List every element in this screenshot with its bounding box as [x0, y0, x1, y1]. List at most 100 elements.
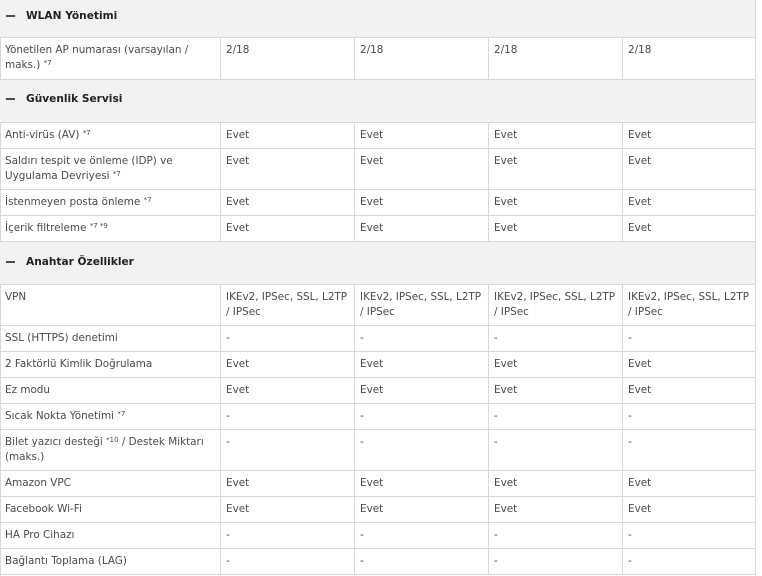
cell-value: Evet	[623, 497, 756, 522]
cell-value: -	[489, 430, 623, 470]
cell-value: Evet	[221, 471, 355, 496]
table-row-av: Anti-virüs (AV) *7 Evet Evet Evet Evet	[0, 123, 756, 149]
cell-value: Evet	[221, 149, 355, 189]
cell-value: -	[623, 430, 756, 470]
table-row-content-filter: İçerik filtreleme *7 *9 Evet Evet Evet E…	[0, 216, 756, 242]
cell-value: 2/18	[355, 38, 489, 79]
cell-value: -	[355, 326, 489, 351]
cell-value: 2/18	[489, 38, 623, 79]
row-label: Facebook Wi-Fi	[0, 497, 221, 522]
table-row-ap: Yönetilen AP numarası (varsayılan / maks…	[0, 38, 756, 80]
cell-value: IKEv2, IPSec, SSL, L2TP / IPSec	[355, 285, 489, 325]
cell-value: Evet	[489, 190, 623, 215]
row-label: VPN	[0, 285, 221, 325]
row-label: Saldırı tespit ve önleme (IDP) ve Uygula…	[0, 149, 221, 189]
cell-value: -	[489, 326, 623, 351]
cell-value: Evet	[221, 497, 355, 522]
row-label: Sıcak Nokta Yönetimi *7	[0, 404, 221, 429]
section-wlan[interactable]: WLAN Yönetimi	[0, 0, 756, 38]
cell-value: Evet	[221, 216, 355, 241]
cell-value: Evet	[623, 216, 756, 241]
cell-value: -	[623, 404, 756, 429]
row-label: İstenmeyen posta önleme *7	[0, 190, 221, 215]
cell-value: -	[489, 549, 623, 574]
row-label: Yönetilen AP numarası (varsayılan / maks…	[0, 38, 221, 79]
table-row-idp: Saldırı tespit ve önleme (IDP) ve Uygula…	[0, 149, 756, 190]
table-row-hotspot: Sıcak Nokta Yönetimi *7 - - - -	[0, 404, 756, 430]
cell-value: Evet	[355, 378, 489, 403]
cell-value: -	[489, 523, 623, 548]
cell-value: IKEv2, IPSec, SSL, L2TP / IPSec	[221, 285, 355, 325]
cell-value: Evet	[221, 378, 355, 403]
table-row-ez-mode: Ez modu Evet Evet Evet Evet	[0, 378, 756, 404]
cell-value: IKEv2, IPSec, SSL, L2TP / IPSec	[623, 285, 756, 325]
cell-value: -	[221, 523, 355, 548]
cell-value: -	[221, 404, 355, 429]
cell-value: Evet	[221, 352, 355, 377]
row-label: Bağlantı Toplama (LAG)	[0, 549, 221, 574]
cell-value: IKEv2, IPSec, SSL, L2TP / IPSec	[489, 285, 623, 325]
cell-value: -	[623, 523, 756, 548]
cell-value: Evet	[623, 471, 756, 496]
cell-value: Evet	[623, 190, 756, 215]
row-label: SSL (HTTPS) denetimi	[0, 326, 221, 351]
cell-value: -	[355, 549, 489, 574]
cell-value: Evet	[489, 378, 623, 403]
section-security[interactable]: Güvenlik Servisi	[0, 80, 756, 123]
cell-value: Evet	[355, 497, 489, 522]
cell-value: Evet	[623, 378, 756, 403]
cell-value: Evet	[489, 216, 623, 241]
table-row-spam: İstenmeyen posta önleme *7 Evet Evet Eve…	[0, 190, 756, 216]
table-row-lag: Bağlantı Toplama (LAG) - - - -	[0, 549, 756, 575]
cell-value: -	[221, 549, 355, 574]
row-label: Anti-virüs (AV) *7	[0, 123, 221, 148]
cell-value: Evet	[623, 149, 756, 189]
cell-value: -	[221, 326, 355, 351]
table-row-ticket-printer: Bilet yazıcı desteği *10 / Destek Miktar…	[0, 430, 756, 471]
cell-value: -	[623, 549, 756, 574]
cell-value: -	[355, 523, 489, 548]
cell-value: Evet	[489, 471, 623, 496]
row-label: HA Pro Cihazı	[0, 523, 221, 548]
table-row-ssl: SSL (HTTPS) denetimi - - - -	[0, 326, 756, 352]
row-label: Bilet yazıcı desteği *10 / Destek Miktar…	[0, 430, 221, 470]
row-label: İçerik filtreleme *7 *9	[0, 216, 221, 241]
row-label: Amazon VPC	[0, 471, 221, 496]
table-row-2fa: 2 Faktörlü Kimlik Doğrulama Evet Evet Ev…	[0, 352, 756, 378]
cell-value: Evet	[623, 123, 756, 148]
cell-value: Evet	[489, 352, 623, 377]
cell-value: Evet	[221, 123, 355, 148]
cell-value: -	[355, 404, 489, 429]
cell-value: -	[355, 430, 489, 470]
section-title: Anahtar Özellikler	[26, 256, 134, 268]
cell-value: Evet	[355, 149, 489, 189]
spec-table: WLAN Yönetimi Yönetilen AP numarası (var…	[0, 0, 762, 576]
cell-value: Evet	[355, 190, 489, 215]
cell-value: -	[623, 326, 756, 351]
row-label: Ez modu	[0, 378, 221, 403]
section-title: Güvenlik Servisi	[26, 93, 123, 105]
cell-value: -	[489, 404, 623, 429]
cell-value: Evet	[355, 471, 489, 496]
cell-value: Evet	[355, 352, 489, 377]
table-row-ha-pro: HA Pro Cihazı - - - -	[0, 523, 756, 549]
row-label: 2 Faktörlü Kimlik Doğrulama	[0, 352, 221, 377]
collapse-minus-icon[interactable]	[6, 261, 15, 263]
section-key-features[interactable]: Anahtar Özellikler	[0, 242, 756, 285]
cell-value: -	[221, 430, 355, 470]
table-row-amazon-vpc: Amazon VPC Evet Evet Evet Evet	[0, 471, 756, 497]
cell-value: 2/18	[623, 38, 756, 79]
collapse-minus-icon[interactable]	[6, 98, 15, 100]
cell-value: Evet	[489, 123, 623, 148]
cell-value: Evet	[355, 123, 489, 148]
cell-value: Evet	[623, 352, 756, 377]
cell-value: Evet	[221, 190, 355, 215]
cell-value: Evet	[489, 497, 623, 522]
section-title: WLAN Yönetimi	[26, 10, 118, 22]
cell-value: Evet	[489, 149, 623, 189]
table-row-facebook-wifi: Facebook Wi-Fi Evet Evet Evet Evet	[0, 497, 756, 523]
cell-value: Evet	[355, 216, 489, 241]
table-row-vpn: VPN IKEv2, IPSec, SSL, L2TP / IPSec IKEv…	[0, 285, 756, 326]
collapse-minus-icon[interactable]	[6, 15, 15, 17]
cell-value: 2/18	[221, 38, 355, 79]
